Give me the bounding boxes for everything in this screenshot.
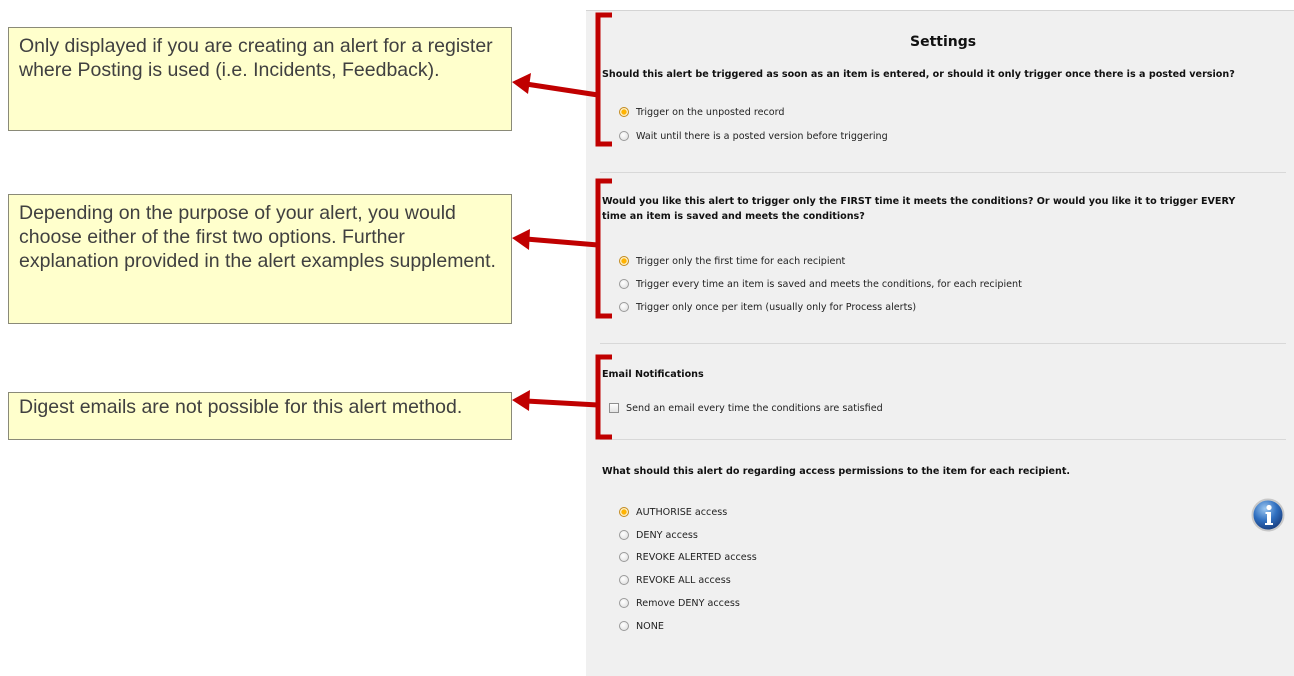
arrow-digest-head: [512, 390, 530, 411]
email-checkbox[interactable]: [609, 403, 619, 413]
section-divider: [600, 343, 1286, 344]
posting-question: Should this alert be triggered as soon a…: [602, 69, 1235, 80]
frequency-question-line1: Would you like this alert to trigger onl…: [602, 196, 1236, 207]
settings-title: Settings: [910, 34, 977, 50]
radio-trigger-every-time[interactable]: Trigger every time an item is saved and …: [619, 276, 1022, 292]
radio-selected-icon[interactable]: [619, 256, 629, 266]
email-checkbox-label: Send an email every time the conditions …: [626, 402, 883, 414]
callout-digest: Digest emails are not possible for this …: [8, 392, 512, 440]
frequency-question-line2: time an item is saved and meets the cond…: [602, 211, 865, 222]
radio-none[interactable]: NONE: [619, 618, 664, 634]
radio-revoke-alerted-access[interactable]: REVOKE ALERTED access: [619, 549, 757, 565]
arrow-trigger-head: [512, 229, 530, 250]
radio-label: NONE: [636, 620, 664, 632]
info-icon[interactable]: [1251, 498, 1285, 532]
radio-icon[interactable]: [619, 621, 629, 631]
radio-icon[interactable]: [619, 279, 629, 289]
radio-trigger-once-per-item[interactable]: Trigger only once per item (usually only…: [619, 299, 916, 315]
radio-label: REVOKE ALERTED access: [636, 551, 757, 563]
radio-deny-access[interactable]: DENY access: [619, 527, 698, 543]
section-divider: [600, 439, 1286, 440]
callout-trigger: Depending on the purpose of your alert, …: [8, 194, 512, 324]
access-question: What should this alert do regarding acce…: [602, 466, 1071, 477]
radio-trigger-unposted[interactable]: Trigger on the unposted record: [619, 104, 785, 120]
radio-icon[interactable]: [619, 598, 629, 608]
radio-label: Trigger only once per item (usually only…: [636, 301, 917, 313]
arrow-posting-head: [512, 73, 531, 94]
radio-icon[interactable]: [619, 530, 629, 540]
email-checkbox-row[interactable]: Send an email every time the conditions …: [609, 400, 883, 416]
radio-label: AUTHORISE access: [636, 506, 728, 518]
radio-selected-icon[interactable]: [619, 507, 629, 517]
radio-label: Wait until there is a posted version bef…: [636, 130, 888, 142]
radio-icon[interactable]: [619, 302, 629, 312]
radio-revoke-all-access[interactable]: REVOKE ALL access: [619, 572, 731, 588]
radio-wait-posted[interactable]: Wait until there is a posted version bef…: [619, 128, 888, 144]
radio-label: Remove DENY access: [636, 597, 740, 609]
section-divider: [600, 172, 1286, 173]
radio-label: DENY access: [636, 529, 698, 541]
radio-icon[interactable]: [619, 575, 629, 585]
radio-remove-deny-access[interactable]: Remove DENY access: [619, 595, 740, 611]
radio-icon[interactable]: [619, 552, 629, 562]
email-notifications-heading: Email Notifications: [602, 369, 704, 380]
radio-selected-icon[interactable]: [619, 107, 629, 117]
radio-label: Trigger on the unposted record: [636, 106, 785, 118]
radio-label: Trigger every time an item is saved and …: [636, 278, 1022, 290]
radio-trigger-first-time[interactable]: Trigger only the first time for each rec…: [619, 253, 845, 269]
radio-label: REVOKE ALL access: [636, 574, 731, 586]
callout-posting: Only displayed if you are creating an al…: [8, 27, 512, 131]
radio-label: Trigger only the first time for each rec…: [636, 255, 846, 267]
radio-icon[interactable]: [619, 131, 629, 141]
radio-authorise-access[interactable]: AUTHORISE access: [619, 504, 727, 520]
